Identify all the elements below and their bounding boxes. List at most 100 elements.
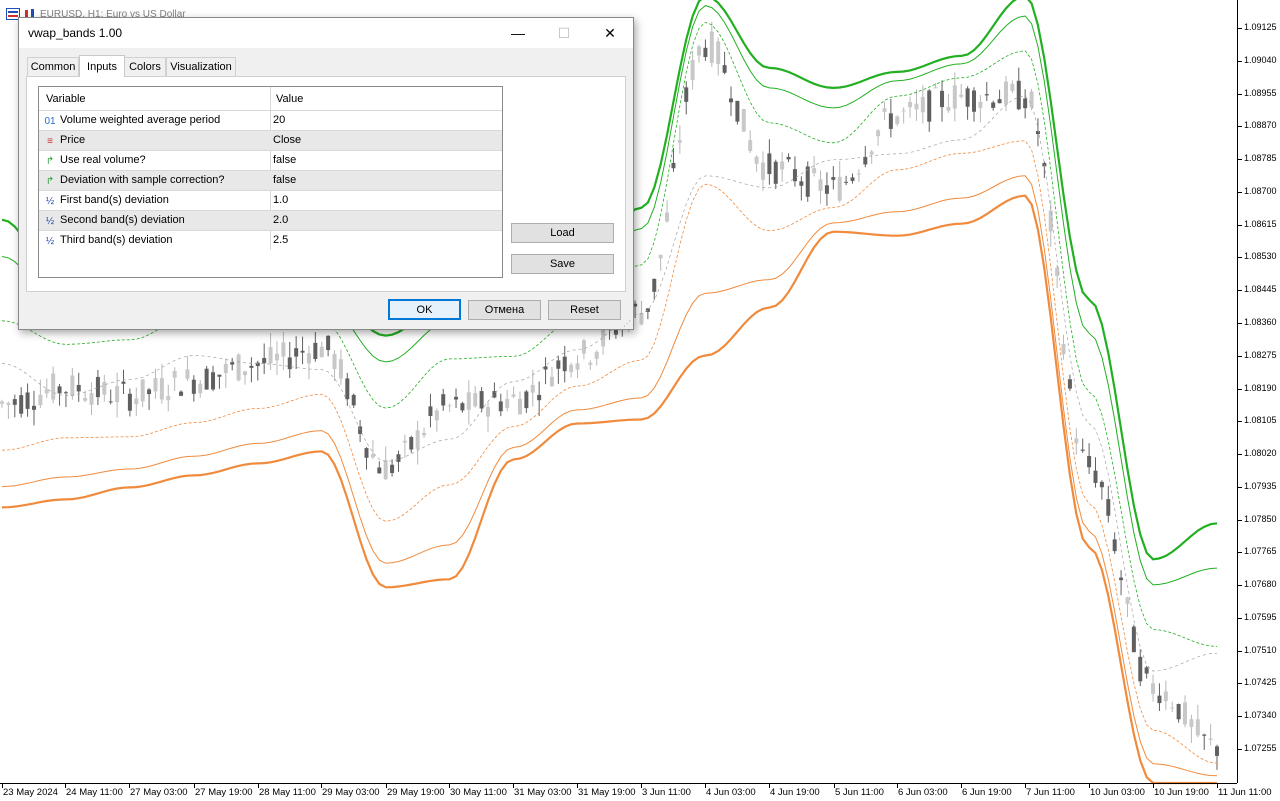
candle-body	[230, 362, 235, 365]
candle-body	[102, 381, 107, 395]
time-label: 29 May 19:00	[387, 787, 445, 798]
candle-body	[933, 87, 938, 89]
price-tick	[1238, 519, 1242, 521]
price-tick	[1238, 159, 1242, 161]
candle-body	[876, 130, 881, 137]
table-row[interactable]: ½ First band(s) deviation 1.0	[39, 190, 502, 211]
candle-body	[1112, 539, 1117, 552]
candle-body	[1061, 344, 1066, 355]
candle-body	[121, 381, 126, 384]
parameter-value[interactable]: 1.0	[273, 194, 288, 206]
price-label: 1.07595	[1244, 611, 1277, 622]
minimize-button[interactable]: —	[495, 18, 541, 48]
candle-body	[856, 173, 861, 175]
candle-body	[569, 364, 574, 373]
candle-body	[377, 467, 382, 474]
candle-body	[549, 376, 554, 387]
candle-body	[511, 394, 516, 397]
candle-body	[652, 278, 657, 292]
candle-body	[556, 360, 561, 369]
price-label: 1.09125	[1244, 22, 1277, 32]
save-button[interactable]: Save	[511, 254, 614, 274]
candle-body	[460, 403, 465, 411]
tab-visualization[interactable]: Visualization	[166, 57, 236, 76]
price-label: 1.07765	[1244, 546, 1277, 557]
candle-body	[792, 169, 797, 182]
candle-body	[44, 389, 49, 394]
candle-body	[0, 401, 4, 404]
time-label: 7 Jun 11:00	[1026, 787, 1075, 798]
table-row[interactable]: ≡ Price Close	[39, 130, 502, 151]
table-row[interactable]: ½ Third band(s) deviation 2.5	[39, 230, 502, 251]
candle-body	[1074, 438, 1079, 444]
parameter-value[interactable]: Close	[273, 134, 301, 146]
candle-body	[991, 102, 996, 108]
candle-body	[895, 116, 900, 124]
candle-body	[908, 102, 913, 108]
candle-body	[984, 94, 989, 96]
load-button[interactable]: Load	[511, 223, 614, 243]
price-label: 1.08445	[1244, 284, 1277, 295]
parameter-value[interactable]: false	[273, 154, 296, 166]
price-label: 1.08870	[1244, 120, 1277, 131]
parameter-value[interactable]: 2.5	[273, 234, 288, 246]
price-label: 1.08190	[1244, 382, 1277, 393]
table-row[interactable]: ↱ Use real volume? false	[39, 150, 502, 171]
candle-body	[850, 177, 855, 181]
candle-body	[38, 394, 43, 406]
price-tick	[1238, 421, 1242, 423]
time-label: 3 Jun 11:00	[642, 787, 691, 798]
candle-body	[1106, 499, 1111, 516]
parameter-name: Second band(s) deviation	[60, 214, 185, 226]
time-label: 27 May 03:00	[130, 787, 188, 798]
candle-body	[1023, 98, 1028, 109]
table-row[interactable]: ½ Second band(s) deviation 2.0	[39, 210, 502, 231]
candle-body	[223, 363, 228, 374]
table-row[interactable]: 01 Volume weighted average period 20	[39, 110, 502, 131]
candle-body	[888, 113, 893, 129]
parameter-value[interactable]: 20	[273, 114, 285, 126]
inputs-panel: Variable Value 01 Volume weighted average…	[26, 76, 626, 292]
candle-body	[767, 153, 772, 175]
candle-body	[76, 384, 81, 392]
candle-body	[313, 342, 318, 360]
column-header-value[interactable]: Value	[276, 93, 303, 105]
table-row[interactable]: ↱ Deviation with sample correction? false	[39, 170, 502, 191]
candle-body	[818, 179, 823, 191]
resize-grip-icon[interactable]: ⋰	[623, 319, 631, 328]
price-tick	[1238, 749, 1242, 750]
tab-common[interactable]: Common	[27, 57, 79, 76]
time-axis[interactable]: 23 May 2024 24 May 11:00 27 May 03:00 27 Ma…	[0, 783, 1272, 801]
price-axis[interactable]: 1.09125 1.09040 1.08955 1.08870 1.08785 1.087…	[1237, 0, 1280, 783]
tab-inputs[interactable]: Inputs	[79, 55, 125, 77]
candle-body	[1029, 91, 1034, 108]
ok-button[interactable]: OK	[388, 299, 461, 320]
candle-body	[709, 31, 714, 63]
candle-body	[575, 363, 580, 370]
candle-body	[1183, 702, 1188, 725]
candle-body	[345, 378, 350, 400]
candle-body	[978, 101, 983, 109]
dialog-title-bar[interactable]: vwap_bands 1.00 — ☐ ✕	[19, 18, 633, 48]
candle-body	[70, 375, 75, 397]
reset-button[interactable]: Reset	[548, 300, 621, 320]
candle-body	[831, 177, 836, 180]
candle-body	[901, 110, 906, 112]
close-button[interactable]: ✕	[587, 18, 633, 48]
candle-body	[1195, 719, 1200, 736]
parameter-value[interactable]: false	[273, 174, 296, 186]
price-label: 1.08360	[1244, 316, 1277, 327]
price-tick	[1238, 290, 1242, 292]
cancel-button[interactable]: Отмена	[468, 300, 541, 320]
candle-body	[594, 351, 599, 359]
candle-body	[1067, 379, 1072, 389]
candle-body	[677, 140, 682, 143]
price-tick	[1238, 716, 1242, 718]
candle-body	[409, 437, 414, 450]
column-header-variable[interactable]: Variable	[46, 93, 86, 105]
candle-body	[1087, 456, 1092, 468]
parameter-value[interactable]: 2.0	[273, 214, 288, 226]
time-label: 6 Jun 03:00	[898, 787, 948, 798]
tab-colors[interactable]: Colors	[124, 57, 166, 76]
price-tick	[1238, 486, 1242, 488]
